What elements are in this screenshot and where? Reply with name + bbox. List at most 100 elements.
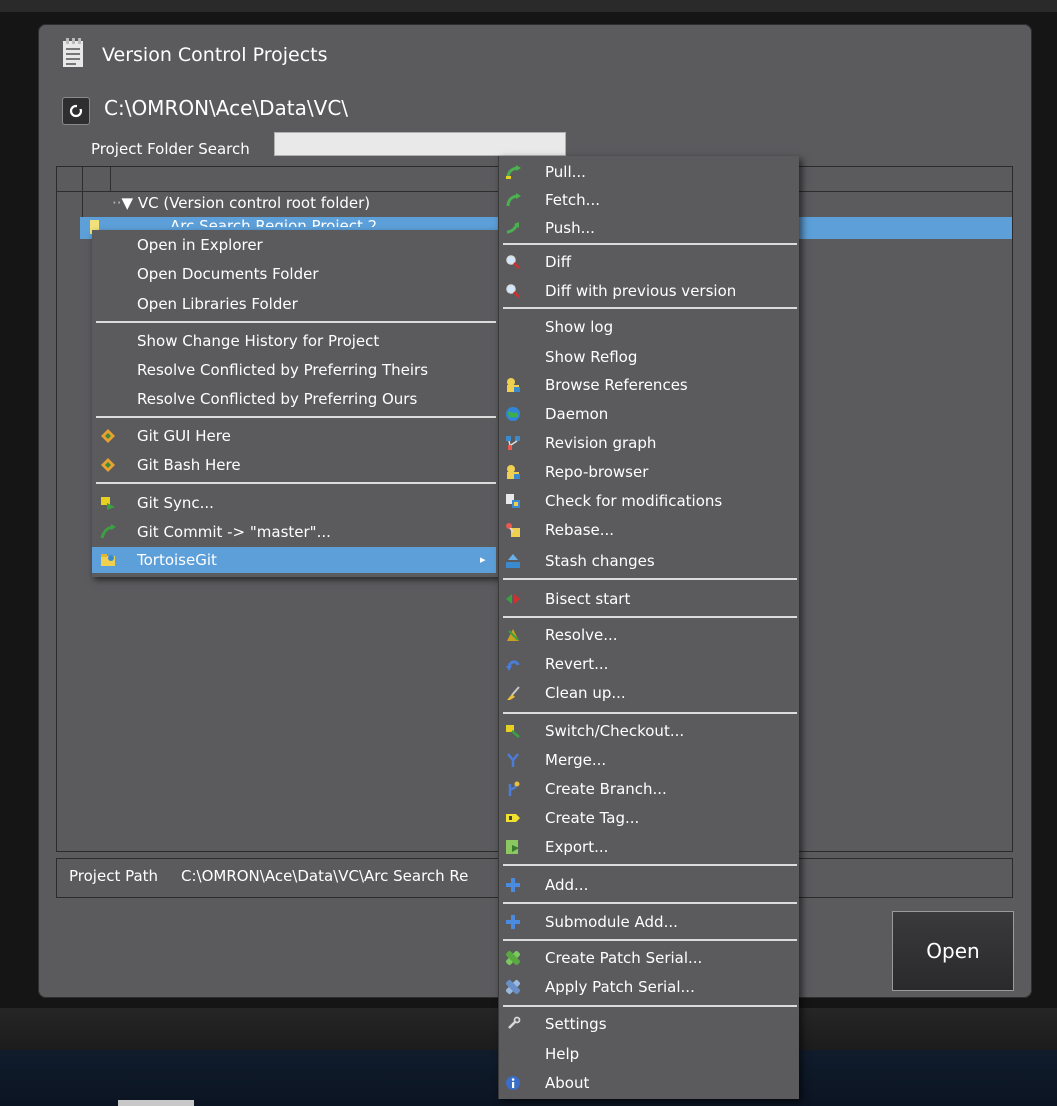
open-button[interactable]: Open — [892, 911, 1014, 991]
menu-item-git-sync[interactable]: Git Sync... — [92, 490, 496, 516]
submenu-item-revision-graph[interactable]: Revision graph — [499, 429, 799, 457]
submenu-separator — [503, 864, 797, 866]
menu-item-open-documents-folder[interactable]: Open Documents Folder — [92, 261, 496, 287]
submenu-item-settings[interactable]: Settings — [499, 1010, 799, 1038]
diff-previous-icon — [506, 284, 520, 298]
menu-separator — [96, 321, 496, 323]
git-bash-icon — [101, 458, 115, 472]
submenu-separator — [503, 939, 797, 941]
submenu-item-resolve[interactable]: Resolve... — [499, 621, 799, 649]
submenu-separator — [503, 1005, 797, 1007]
project-path-label: Project Path — [69, 867, 159, 885]
submenu-item-create-branch[interactable]: Create Branch... — [499, 775, 799, 803]
fetch-icon — [506, 193, 521, 207]
submenu-item-check-modifications[interactable]: Check for modifications — [499, 487, 799, 515]
taskbar-item[interactable] — [118, 1100, 194, 1106]
submenu-item-bisect-start[interactable]: Bisect start — [499, 585, 799, 613]
push-icon — [506, 222, 519, 234]
submenu-separator — [503, 712, 797, 714]
submenu-separator — [503, 578, 797, 580]
submenu-item-create-tag[interactable]: Create Tag... — [499, 804, 799, 832]
submenu-item-pull[interactable]: Pull... — [499, 158, 799, 186]
project-folder-search-input[interactable] — [274, 132, 566, 156]
submenu-item-diff[interactable]: Diff — [499, 248, 799, 276]
submenu-item-fetch[interactable]: Fetch... — [499, 186, 799, 214]
menu-item-resolve-prefer-theirs[interactable]: Resolve Conflicted by Preferring Theirs — [92, 357, 496, 383]
tortoisegit-submenu: Pull... Fetch... Push... Diff Diff with … — [498, 156, 799, 1099]
broom-icon — [507, 686, 520, 700]
submenu-item-create-patch-serial[interactable]: Create Patch Serial... — [499, 944, 799, 972]
submenu-separator — [503, 307, 797, 309]
switch-checkout-icon — [506, 725, 520, 738]
create-patch-icon — [506, 951, 520, 965]
export-icon — [506, 840, 519, 854]
submodule-add-icon — [506, 915, 520, 929]
menu-separator — [96, 482, 496, 484]
tag-icon — [506, 814, 520, 822]
dialog-title: Version Control Projects — [102, 44, 328, 66]
create-branch-icon — [508, 781, 520, 796]
wrench-icon — [508, 1016, 521, 1029]
context-menu: Open in Explorer Open Documents Folder O… — [92, 230, 500, 577]
menu-separator — [96, 416, 496, 418]
stash-icon — [506, 554, 520, 568]
submenu-item-diff-previous[interactable]: Diff with previous version — [499, 277, 799, 305]
refresh-icon — [69, 104, 83, 118]
submenu-separator — [503, 902, 797, 904]
submenu-arrow-icon: ▸ — [480, 553, 486, 566]
submenu-item-show-log[interactable]: Show log — [499, 313, 799, 341]
submenu-separator — [503, 616, 797, 618]
menu-item-tortoisegit[interactable]: TortoiseGit ▸ — [92, 547, 496, 573]
submenu-item-merge[interactable]: Merge... — [499, 746, 799, 774]
refresh-button[interactable] — [62, 97, 90, 125]
submenu-item-submodule-add[interactable]: Submodule Add... — [499, 908, 799, 936]
submenu-item-push[interactable]: Push... — [499, 214, 799, 242]
check-modifications-icon — [506, 494, 520, 508]
desktop-top-strip — [0, 0, 1057, 12]
submenu-item-show-reflog[interactable]: Show Reflog — [499, 343, 799, 371]
menu-item-git-gui-here[interactable]: Git GUI Here — [92, 423, 496, 449]
search-label: Project Folder Search — [91, 140, 250, 158]
submenu-item-browse-references[interactable]: Browse References — [499, 371, 799, 399]
resolve-icon — [507, 629, 519, 641]
project-path-value: C:\OMRON\Ace\Data\VC\Arc Search Re — [181, 867, 469, 885]
merge-icon — [507, 753, 519, 767]
git-gui-icon — [101, 429, 115, 443]
tree-selected-label: Arc Search Region Project 2 — [170, 217, 378, 227]
menu-item-resolve-prefer-ours[interactable]: Resolve Conflicted by Preferring Ours — [92, 386, 496, 412]
menu-item-show-change-history[interactable]: Show Change History for Project — [92, 328, 496, 354]
globe-icon — [506, 407, 520, 421]
menu-item-git-bash-here[interactable]: Git Bash Here — [92, 452, 496, 478]
menu-item-git-commit[interactable]: Git Commit -> "master"... — [92, 519, 496, 545]
submenu-item-apply-patch-serial[interactable]: Apply Patch Serial... — [499, 973, 799, 1001]
bisect-icon — [506, 594, 520, 604]
browse-references-icon — [507, 378, 520, 392]
submenu-item-export[interactable]: Export... — [499, 833, 799, 861]
submenu-item-clean-up[interactable]: Clean up... — [499, 679, 799, 707]
submenu-item-stash-changes[interactable]: Stash changes — [499, 547, 799, 575]
submenu-item-daemon[interactable]: Daemon — [499, 400, 799, 428]
vc-root-path: C:\OMRON\Ace\Data\VC\ — [104, 96, 349, 120]
submenu-separator — [503, 243, 797, 245]
submenu-item-add[interactable]: Add... — [499, 871, 799, 899]
submenu-item-about[interactable]: About — [499, 1069, 799, 1097]
submenu-item-help[interactable]: Help — [499, 1040, 799, 1068]
apply-patch-icon — [506, 980, 520, 994]
submenu-item-repo-browser[interactable]: Repo-browser — [499, 458, 799, 486]
document-list-icon — [63, 38, 83, 67]
revert-icon — [506, 660, 520, 671]
menu-item-open-libraries-folder[interactable]: Open Libraries Folder — [92, 291, 496, 317]
tortoisegit-folder-icon — [101, 554, 115, 566]
add-plus-icon — [506, 878, 520, 892]
tree-root-node[interactable]: ··▼ VC (Version control root folder) — [112, 194, 370, 212]
submenu-item-switch-checkout[interactable]: Switch/Checkout... — [499, 717, 799, 745]
git-sync-icon — [101, 497, 115, 510]
tree-root-label: VC (Version control root folder) — [137, 194, 371, 212]
about-info-icon — [506, 1076, 520, 1090]
submenu-item-revert[interactable]: Revert... — [499, 650, 799, 678]
submenu-item-rebase[interactable]: Rebase... — [499, 516, 799, 544]
repo-browser-icon — [507, 465, 520, 479]
menu-item-open-in-explorer[interactable]: Open in Explorer — [92, 232, 496, 258]
diff-magnifier-icon — [506, 255, 520, 269]
tree-column-divider — [110, 167, 111, 191]
